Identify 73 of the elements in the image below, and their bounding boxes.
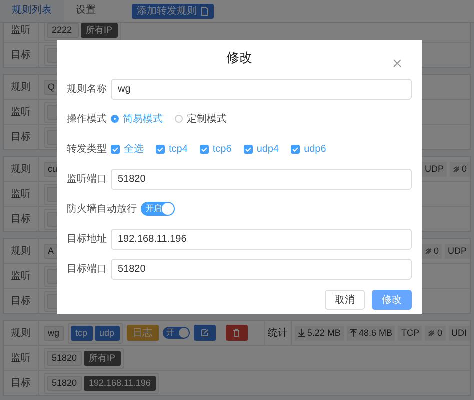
row-label: 监听 (4, 100, 39, 124)
traffic-stat: 48.6 MB (346, 326, 396, 340)
field-label: 操作模式 (67, 112, 108, 126)
toggle-switch[interactable]: 开启 (141, 202, 175, 216)
traffic-stat: 5.22 MB (295, 326, 344, 340)
checkbox-icon (200, 144, 209, 154)
row-label: 监听 (4, 346, 39, 370)
checkbox-icon (244, 144, 253, 154)
protocol-stat: TCP (398, 326, 422, 340)
row-label: 监听 (4, 182, 39, 206)
download-icon (298, 329, 306, 337)
enable-switch[interactable]: 开 (162, 327, 190, 339)
link-icon (428, 330, 436, 336)
row-label: 规则 (4, 239, 39, 263)
link-icon (452, 166, 460, 172)
ip-tag: 192.168.11.196 (84, 376, 156, 390)
field-label: 目标地址 (67, 232, 108, 246)
port-tag: 51820 (47, 376, 82, 390)
row-label: 目标 (4, 207, 39, 231)
input-field[interactable]: 192.168.11.196 (111, 228, 412, 250)
field-label: 防火墙自动放行 (67, 202, 137, 216)
row-label: 规则 (4, 321, 39, 345)
ip-tag: 所有IP (81, 22, 118, 38)
protocol-tag: udp (94, 326, 120, 340)
field-label: 目标端口 (67, 262, 108, 276)
checkbox-option[interactable]: 全选 (111, 142, 144, 156)
cancel-button[interactable]: 取消 (325, 290, 365, 310)
rule-name-tag: wg (44, 326, 64, 340)
input-field[interactable]: wg (111, 78, 412, 100)
input-field[interactable]: 51820 (111, 168, 412, 190)
radio-option[interactable]: 定制模式 (175, 112, 227, 126)
stats-label: 统计 (264, 321, 292, 345)
edit-icon (200, 329, 209, 337)
row-label: 目标 (4, 43, 39, 67)
checkbox-option[interactable]: tcp4 (156, 142, 188, 156)
checkbox-icon (291, 144, 300, 154)
radio-option[interactable]: 简易模式 (111, 112, 163, 126)
edit-button[interactable] (194, 325, 216, 341)
protocol-stat: UDI (448, 326, 470, 340)
row-label: 目标 (4, 125, 39, 149)
confirm-button[interactable]: 修改 (372, 290, 412, 310)
add-rule-button[interactable]: 添加转发规则 (132, 4, 214, 18)
connection-stat: 0 (450, 162, 470, 176)
close-icon[interactable] (393, 59, 402, 68)
protocol-stat: UDP (444, 244, 470, 258)
checkbox-option[interactable]: udp4 (244, 142, 280, 156)
dialog-title: 修改 (226, 49, 252, 67)
document-icon (201, 6, 209, 16)
tab[interactable]: 设置 (64, 0, 108, 22)
row-label: 目标 (4, 289, 39, 313)
trash-icon (233, 329, 240, 337)
checkbox-option[interactable]: tcp6 (200, 142, 232, 156)
row-label: 监听 (4, 264, 39, 288)
log-button[interactable]: 日志 (126, 325, 159, 341)
tab[interactable]: 规则列表 (0, 0, 64, 22)
input-field[interactable]: 51820 (111, 258, 412, 280)
link-icon (424, 248, 432, 254)
port-tag: 51820 (47, 350, 82, 366)
upload-icon (350, 329, 357, 337)
row-label: 目标 (4, 371, 39, 395)
ip-tag: 所有IP (84, 350, 121, 366)
checkbox-icon (156, 144, 165, 154)
port-tag: 2222 (47, 22, 79, 38)
row-label: 规则 (4, 75, 39, 99)
field-label: 转发类型 (67, 142, 108, 156)
delete-button[interactable] (226, 325, 248, 341)
protocol-stat: UDP (422, 162, 447, 176)
checkbox-option[interactable]: udp6 (291, 142, 326, 156)
connection-stat: 0 (422, 244, 442, 258)
checkbox-icon (111, 144, 120, 154)
row-label: 规则 (4, 157, 39, 181)
protocol-tag: tcp (70, 326, 93, 340)
connection-stat: 0 (425, 326, 446, 340)
